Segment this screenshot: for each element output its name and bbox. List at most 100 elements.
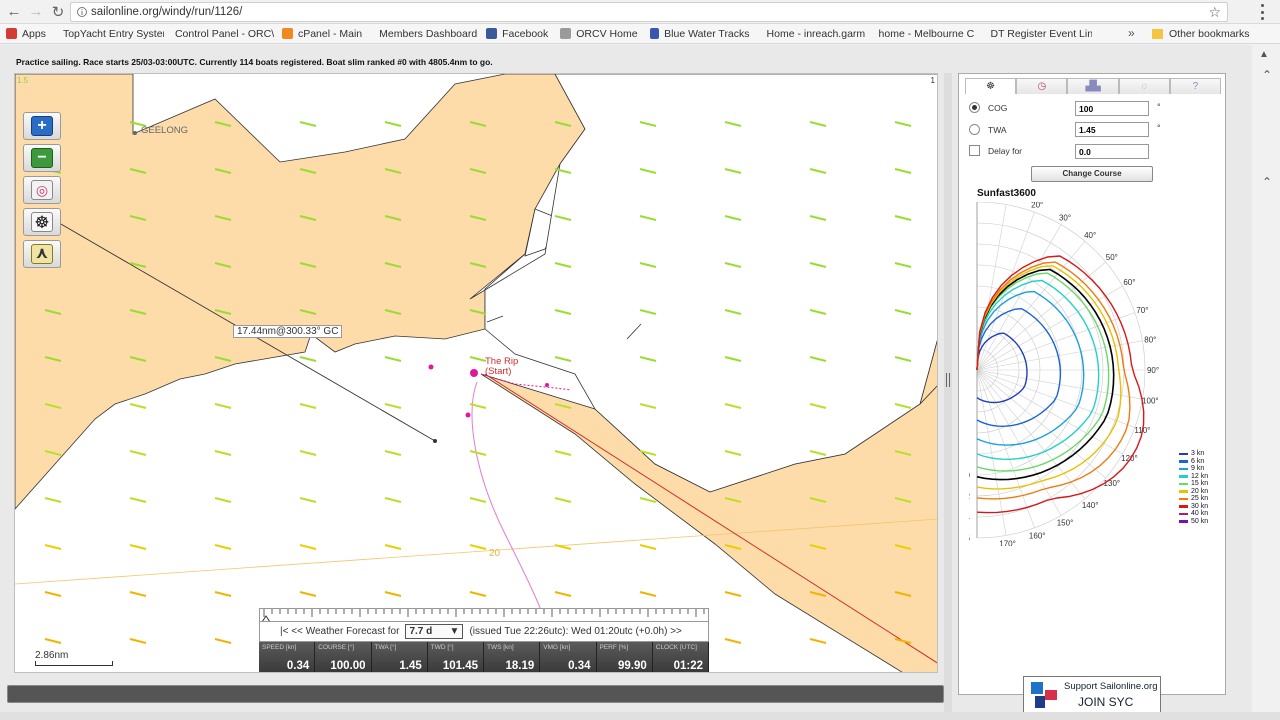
stat-value: 101.45 bbox=[442, 660, 478, 672]
bookmark-favicon-icon bbox=[649, 28, 660, 39]
chrome-menu-icon[interactable] bbox=[1252, 4, 1272, 20]
ruler-icon: ⋏ bbox=[31, 244, 53, 264]
reload-icon[interactable]: ↻ bbox=[47, 1, 69, 23]
zoom-in-button[interactable]: + bbox=[23, 112, 61, 140]
zoom-out-button[interactable]: − bbox=[23, 144, 61, 172]
bookmark-favicon-icon bbox=[281, 28, 293, 39]
tab-chat[interactable]: ◌ bbox=[1118, 78, 1170, 94]
bookmark-star-icon[interactable]: ☆ bbox=[1208, 4, 1221, 21]
panel-splitter[interactable] bbox=[944, 73, 952, 713]
tab-steering[interactable]: ☸ bbox=[965, 78, 1017, 94]
back-icon[interactable]: ← bbox=[3, 1, 25, 23]
page-info-icon[interactable] bbox=[77, 6, 87, 18]
legend-label: 9 kn bbox=[1191, 465, 1205, 472]
bookmark-favicon-icon bbox=[560, 28, 572, 39]
bookmark-item[interactable]: Facebook bbox=[480, 24, 554, 43]
wind-barb bbox=[44, 544, 62, 550]
chat-bar[interactable] bbox=[7, 685, 944, 703]
polar-radial-label: 10 bbox=[969, 471, 970, 480]
helm-button[interactable]: ☸ bbox=[23, 208, 61, 236]
wind-barb bbox=[299, 544, 317, 550]
wind-barb bbox=[384, 497, 402, 503]
join-syc-banner[interactable]: Support Sailonline.org JOIN SYC bbox=[1023, 676, 1161, 714]
bookmark-item[interactable]: Members Dashboard bbox=[368, 24, 480, 43]
stat-label: PERF [%] bbox=[599, 644, 629, 651]
legend-label: 50 kn bbox=[1191, 517, 1209, 525]
legend-entry: 40 kn bbox=[1179, 510, 1208, 518]
bookmarks-overflow-button[interactable]: » bbox=[1128, 26, 1135, 40]
wind-barb bbox=[639, 497, 657, 503]
dropdown-arrow-icon: ▼ bbox=[449, 626, 460, 637]
wind-barb bbox=[639, 544, 657, 550]
other-bookmarks-folder[interactable]: Other bookmarks bbox=[1152, 24, 1250, 43]
legend-label: 12 kn bbox=[1191, 472, 1209, 480]
side-expand-icon[interactable]: ⌃ bbox=[1262, 175, 1272, 189]
wind-barb bbox=[384, 356, 402, 362]
forecast-prev-button[interactable]: |< << bbox=[280, 626, 303, 637]
wind-barb bbox=[129, 450, 147, 456]
cog-input[interactable] bbox=[1075, 101, 1149, 116]
delay-checkbox[interactable] bbox=[969, 145, 980, 156]
forward-icon[interactable]: → bbox=[25, 1, 47, 23]
polar-angle-label: 80° bbox=[1144, 335, 1156, 344]
forecast-period-select[interactable]: 7.7 d ▼ bbox=[405, 624, 464, 639]
boat-marker[interactable] bbox=[470, 369, 478, 377]
wind-barb bbox=[299, 497, 317, 503]
stat-label: COURSE [°] bbox=[318, 644, 355, 651]
twa-radio[interactable] bbox=[969, 124, 980, 135]
timeline-slider[interactable] bbox=[259, 608, 709, 622]
bookmark-item[interactable]: ORCV Home bbox=[554, 24, 643, 43]
folder-icon bbox=[1152, 29, 1163, 39]
bookmark-item[interactable]: TopYacht Entry Syster bbox=[52, 24, 164, 43]
polar-angle-label: 20° bbox=[1031, 202, 1043, 210]
stat-value: 99.90 bbox=[617, 660, 647, 672]
legend-swatch bbox=[1179, 520, 1188, 523]
legend-swatch bbox=[1179, 512, 1188, 515]
forecast-issued: (issued Tue 22:26utc): Wed 01:20utc (+0.… bbox=[469, 626, 668, 637]
tab-help[interactable]: ? bbox=[1169, 78, 1222, 94]
forecast-next-button[interactable]: >> bbox=[670, 626, 682, 637]
zoom-out-icon: − bbox=[31, 148, 53, 168]
wind-barb bbox=[724, 638, 742, 644]
delay-input[interactable] bbox=[1075, 144, 1149, 159]
wind-barb bbox=[639, 591, 657, 597]
bookmark-item[interactable]: DT Register Event Lin bbox=[980, 24, 1092, 43]
cog-radio[interactable] bbox=[969, 102, 980, 113]
url-text: sailonline.org/windy/run/1126/ bbox=[91, 6, 243, 18]
stat-label: TWA [°] bbox=[374, 644, 397, 651]
wind-barb bbox=[554, 497, 572, 503]
center-boat-button[interactable]: ◎ bbox=[23, 176, 61, 204]
wind-barb bbox=[44, 497, 62, 503]
stat-cell: VMG [kn] 0.34 bbox=[540, 642, 597, 672]
isochrone-label: 20 bbox=[489, 548, 501, 559]
bookmark-item[interactable]: Control Panel - ORC\ bbox=[164, 24, 276, 43]
bookmarks-bar: Apps TopYacht Entry Syster Control Panel -… bbox=[0, 24, 1280, 44]
bookmark-item[interactable]: cPanel - Main bbox=[276, 24, 368, 43]
syc-line-1: Support Sailonline.org bbox=[1064, 681, 1158, 692]
race-map[interactable]: 1.5 1 + − ◎ ☸ ⋏ GEELONG The Rip (Start) … bbox=[14, 73, 938, 673]
twa-label: TWA bbox=[988, 124, 1007, 135]
polar-angle-label: 30° bbox=[1059, 214, 1071, 223]
legend-swatch bbox=[1179, 475, 1188, 478]
legend-entry: 12 kn bbox=[1179, 473, 1208, 481]
bookmark-item[interactable]: Blue Water Tracks bbox=[644, 24, 756, 43]
bookmark-item[interactable]: Home - inreach.garm bbox=[756, 24, 868, 43]
scroll-up-icon[interactable]: ▲ bbox=[1256, 49, 1272, 63]
address-bar[interactable]: sailonline.org/windy/run/1126/ ☆ bbox=[70, 2, 1228, 22]
change-course-button[interactable]: Change Course bbox=[1031, 166, 1153, 182]
side-collapse-icon[interactable]: ⌃ bbox=[1262, 68, 1272, 82]
twa-input[interactable] bbox=[1075, 122, 1149, 137]
stat-label: TWD [°] bbox=[430, 644, 454, 651]
bookmark-item[interactable]: home - Melbourne C bbox=[868, 24, 980, 43]
tab-history[interactable]: ◷ bbox=[1016, 78, 1068, 94]
page-scrollbar[interactable]: ▲ bbox=[1252, 45, 1280, 720]
wind-barb bbox=[469, 450, 487, 456]
measure-button[interactable]: ⋏ bbox=[23, 240, 61, 268]
tab-ranking[interactable]: ▟▙ bbox=[1067, 78, 1119, 94]
wind-barb bbox=[299, 450, 317, 456]
polar-angle-label: 100° bbox=[1142, 397, 1159, 406]
scale-label: 2.86nm bbox=[35, 650, 69, 661]
wind-barb bbox=[129, 638, 147, 644]
bookmark-item[interactable]: Apps bbox=[0, 24, 52, 43]
polar-spoke bbox=[976, 261, 1106, 371]
